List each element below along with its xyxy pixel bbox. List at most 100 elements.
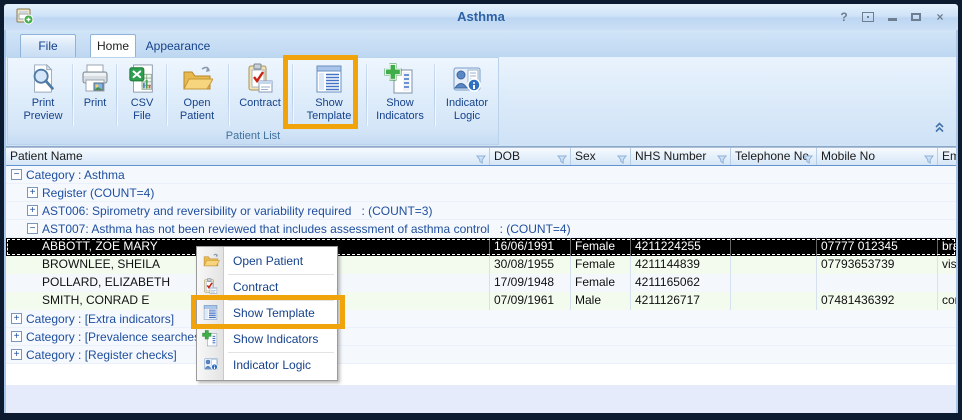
show-indicators-icon <box>384 61 416 95</box>
cell-dob: 16/06/1991 <box>490 238 571 256</box>
menu-item-label: Open Patient <box>233 254 303 268</box>
column-label: DOB <box>494 149 520 163</box>
ribbon-tab-row: File Home Appearance <box>6 30 956 57</box>
filter-icon[interactable] <box>803 152 813 165</box>
filter-icon[interactable] <box>617 152 627 165</box>
expand-toggle-icon[interactable]: + <box>11 349 22 360</box>
application-window: Asthma ? × File Home Appearance <box>0 0 962 420</box>
print-preview-button[interactable]: Print Preview <box>16 61 70 129</box>
ribbon-group-caption: Patient List <box>8 129 498 144</box>
patient-row[interactable]: SMITH, CONRAD E 07/09/1961 Male 42111267… <box>6 292 956 310</box>
tab-appearance[interactable]: Appearance <box>140 34 216 57</box>
column-label: Patient Name <box>10 149 83 163</box>
expand-toggle-icon[interactable]: + <box>27 205 38 216</box>
ribbon-separator <box>72 64 73 126</box>
ribbon-group-patient-list: Print Preview Print <box>7 57 499 145</box>
button-label: Print <box>84 97 107 109</box>
expand-toggle-icon[interactable]: + <box>11 313 22 324</box>
show-indicators-button[interactable]: Show Indicators <box>368 61 432 129</box>
column-header-dob[interactable]: DOB <box>490 148 571 165</box>
filter-icon[interactable] <box>557 152 567 165</box>
button-label: Print <box>32 97 55 109</box>
cell-mobile: 07777 012345 <box>817 238 938 256</box>
filter-icon[interactable] <box>476 152 486 165</box>
collapse-toggle-icon[interactable]: − <box>11 169 22 180</box>
cell-mobile <box>817 274 938 292</box>
minimize-icon[interactable] <box>884 9 900 24</box>
tree-row-label: Category : [Register checks] <box>26 348 177 362</box>
menu-item-label: Contract <box>233 280 278 294</box>
cell-email: visi <box>938 256 956 274</box>
column-header-nhs-number[interactable]: NHS Number <box>631 148 731 165</box>
cell-telephone <box>731 256 817 274</box>
button-label: CSV <box>131 97 154 109</box>
column-label: Telephone No <box>735 149 809 163</box>
button-label: Show <box>386 97 414 109</box>
expand-toggle-icon[interactable]: + <box>11 331 22 342</box>
button-label: Open <box>184 97 211 109</box>
button-label: Patient <box>180 110 214 122</box>
tree-row-category-extra-indicators[interactable]: + Category : [Extra indicators] <box>6 310 956 328</box>
ribbon: Print Preview Print <box>6 57 956 147</box>
print-preview-icon <box>28 61 58 95</box>
title-bar[interactable]: Asthma ? × <box>4 4 958 30</box>
column-header-telephone-no[interactable]: Telephone No <box>731 148 817 165</box>
ribbon-separator <box>228 64 229 126</box>
indicator-logic-icon <box>202 356 220 377</box>
tree-row-label: Register (COUNT=4) <box>42 186 154 200</box>
cell-dob: 07/09/1961 <box>490 292 571 310</box>
column-header-mobile-no[interactable]: Mobile No <box>817 148 938 165</box>
expand-toggle-icon[interactable]: + <box>27 187 38 198</box>
tab-file[interactable]: File <box>20 34 76 57</box>
print-icon <box>79 61 111 95</box>
cell-email: bra <box>938 238 956 256</box>
grid-header: Patient Name DOB Sex NHS Number Telephon… <box>6 147 956 166</box>
close-icon[interactable]: × <box>932 9 948 24</box>
cell-sex: Female <box>571 256 631 274</box>
column-label: NHS Number <box>635 149 706 163</box>
column-header-email[interactable]: Em <box>938 148 956 165</box>
cell-dob: 30/08/1955 <box>490 256 571 274</box>
collapse-ribbon-icon[interactable] <box>933 120 946 138</box>
column-label: Mobile No <box>821 149 875 163</box>
fullscreen-icon[interactable] <box>860 9 876 24</box>
filter-icon[interactable] <box>717 152 727 165</box>
show-indicators-icon <box>202 330 219 352</box>
patient-row[interactable]: BROWNLEE, SHEILA 30/08/1955 Female 42111… <box>6 256 956 274</box>
cell-sex: Male <box>571 292 631 310</box>
menu-item-indicator-logic[interactable]: Indicator Logic <box>197 352 337 378</box>
filter-icon[interactable] <box>924 152 934 165</box>
grid-footer-area <box>6 385 956 413</box>
tree-row-category-prevalence-searches[interactable]: + Category : [Prevalence searches] <box>6 328 956 346</box>
csv-file-button[interactable]: CSV File <box>118 61 166 129</box>
indicator-logic-button[interactable]: Indicator Logic <box>436 61 498 129</box>
menu-item-open-patient[interactable]: Open Patient <box>197 248 337 274</box>
patient-row-selected[interactable]: ABBOTT, ZOE MARY 16/06/1991 Female 42112… <box>6 238 956 256</box>
print-button[interactable]: Print <box>74 61 116 129</box>
patient-row[interactable]: POLLARD, ELIZABETH 17/09/1948 Female 421… <box>6 274 956 292</box>
annotation-highlight-show-template-menu <box>191 295 345 329</box>
menu-item-label: Show Indicators <box>233 332 318 346</box>
column-header-sex[interactable]: Sex <box>571 148 631 165</box>
maximize-icon[interactable] <box>908 9 924 24</box>
open-patient-button[interactable]: Open Patient <box>168 61 226 129</box>
cell-nhs-number: 4211126717 <box>631 292 731 310</box>
csv-file-icon <box>127 61 157 95</box>
tree-row-ast006[interactable]: + AST006: Spirometry and reversibility o… <box>6 202 956 220</box>
contract-button[interactable]: Contract <box>230 61 290 129</box>
tab-home[interactable]: Home <box>90 34 136 57</box>
button-label: Preview <box>23 110 62 122</box>
help-icon[interactable]: ? <box>836 9 852 24</box>
tree-row-category-register-checks[interactable]: + Category : [Register checks] <box>6 346 956 364</box>
collapse-toggle-icon[interactable]: − <box>27 223 38 234</box>
cell-sex: Female <box>571 238 631 256</box>
open-patient-icon <box>202 252 220 274</box>
tree-row-ast007[interactable]: − AST007: Asthma has not been reviewed t… <box>6 220 956 238</box>
column-label: Em <box>942 149 956 163</box>
menu-item-show-indicators[interactable]: Show Indicators <box>197 326 337 352</box>
tree-row-category-asthma[interactable]: − Category : Asthma <box>6 166 956 184</box>
column-header-patient-name[interactable]: Patient Name <box>6 148 490 165</box>
cell-sex: Female <box>571 274 631 292</box>
tree-row-register[interactable]: + Register (COUNT=4) <box>6 184 956 202</box>
ribbon-separator <box>116 64 117 126</box>
